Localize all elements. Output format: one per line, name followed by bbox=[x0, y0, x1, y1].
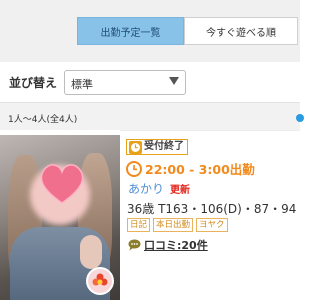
profile-stats: 36歳 T163・106(D)・87・94 bbox=[127, 202, 297, 216]
flower-badge-icon bbox=[86, 267, 114, 295]
review-row[interactable]: 口コミ:20件 bbox=[128, 237, 208, 253]
result-count-text: 1人〜4人(全4人) bbox=[8, 115, 78, 125]
tag-diary[interactable]: 日記 bbox=[127, 218, 151, 232]
tab-available-now[interactable]: 今すぐ遊べる順 bbox=[184, 17, 298, 45]
girl-card[interactable]: 受付終了 22:00 - 3:00出勤 あかり 更新 36歳 T163・106(… bbox=[0, 130, 300, 300]
divider bbox=[120, 130, 300, 131]
result-count-bar: 1人〜4人(全4人) bbox=[0, 102, 304, 130]
sort-row: 並び替え 標準 bbox=[0, 62, 300, 102]
tab-schedule-list[interactable]: 出勤予定一覧 bbox=[77, 17, 184, 45]
status-badge: 受付終了 bbox=[126, 139, 188, 155]
speech-bubble-icon bbox=[128, 239, 141, 251]
sort-label: 並び替え bbox=[9, 76, 58, 90]
work-time: 22:00 - 3:00出勤 bbox=[145, 162, 255, 177]
card-info: 受付終了 22:00 - 3:00出勤 あかり 更新 36歳 T163・106(… bbox=[124, 135, 300, 300]
tag-working-today[interactable]: 本日出勤 bbox=[153, 218, 194, 232]
scroll-indicator bbox=[296, 114, 304, 122]
profile-photo[interactable] bbox=[0, 135, 120, 300]
updated-badge: 更新 bbox=[170, 185, 191, 196]
review-count-link[interactable]: 口コミ:20件 bbox=[144, 237, 208, 253]
clock-icon bbox=[129, 140, 142, 154]
tab-bar: 出勤予定一覧 今すぐ遊べる順 bbox=[0, 0, 300, 62]
girl-name[interactable]: あかり bbox=[128, 180, 164, 197]
name-row: あかり 更新 bbox=[128, 180, 190, 197]
clock-icon bbox=[126, 160, 142, 177]
sort-selected-value: 標準 bbox=[71, 78, 93, 91]
sort-select[interactable]: 標準 bbox=[64, 70, 186, 95]
work-time-row: 22:00 - 3:00出勤 bbox=[126, 159, 255, 178]
status-text: 受付終了 bbox=[144, 141, 184, 152]
heart-icon bbox=[40, 164, 84, 204]
tag-reserve[interactable]: ヨヤク bbox=[196, 218, 228, 232]
tag-list: 日記 本日出勤 ヨヤク bbox=[127, 218, 228, 232]
dropdown-arrow-icon bbox=[169, 77, 179, 85]
